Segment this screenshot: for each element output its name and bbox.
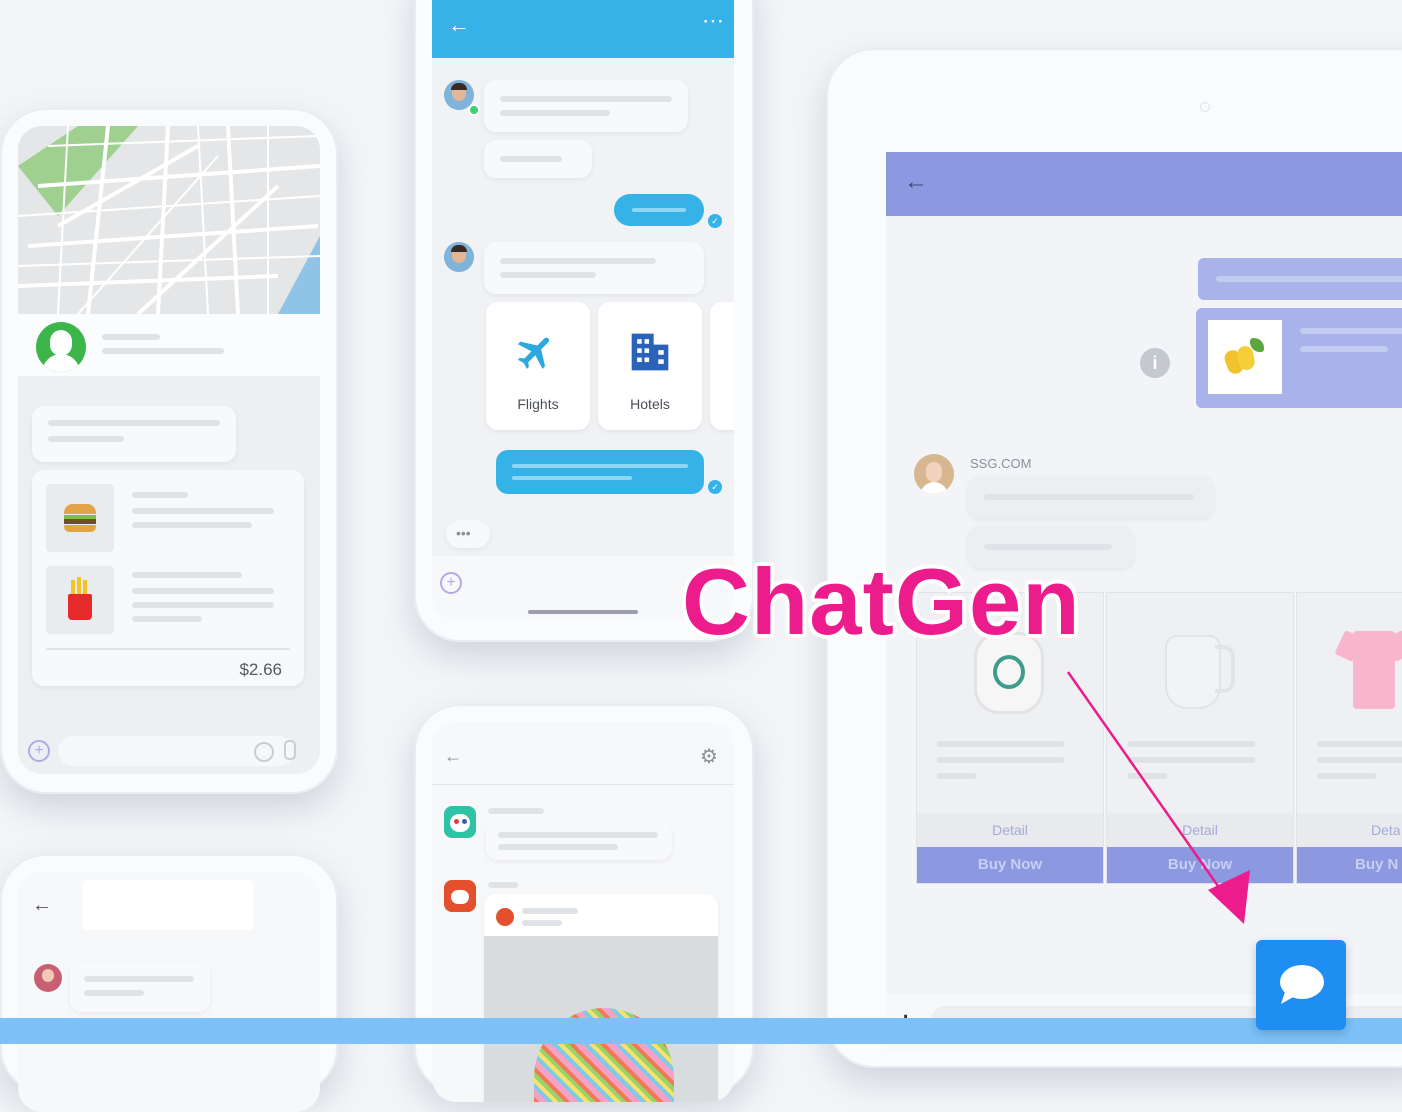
pointer-arrow bbox=[1066, 671, 1250, 924]
building-icon bbox=[631, 333, 669, 371]
pineapple-thumbnail bbox=[1208, 320, 1282, 394]
contact-avatar bbox=[34, 964, 62, 992]
flights-label: Flights bbox=[517, 396, 559, 412]
driver-card[interactable] bbox=[18, 314, 320, 376]
tablet-header: ← bbox=[886, 152, 1402, 216]
read-receipt-icon: ✓ bbox=[708, 480, 722, 494]
more-option-card[interactable] bbox=[710, 302, 734, 430]
product-message-card[interactable] bbox=[1196, 308, 1402, 408]
pineapple-icon bbox=[1220, 336, 1270, 380]
order-price: $2.66 bbox=[239, 660, 282, 679]
food-input-bar: + bbox=[18, 730, 320, 774]
phone-travel: ← ⋯ ✓ Flights Hotels ✓ ••• + bbox=[414, 0, 754, 642]
phone-food-order: $2.66 + bbox=[0, 108, 338, 794]
chat-bubble-icon bbox=[1280, 965, 1324, 1004]
post-card[interactable] bbox=[484, 894, 718, 1102]
burger-icon bbox=[64, 504, 96, 532]
phone-contacts: ← bbox=[0, 854, 338, 1112]
chatgen-logo-text: ChatGen bbox=[682, 549, 1081, 654]
contacts-header-field bbox=[82, 880, 254, 930]
fries-thumbnail bbox=[46, 566, 114, 634]
user-message-bubble bbox=[496, 450, 704, 494]
agent-message-bubble bbox=[484, 80, 688, 132]
product-card[interactable]: Deta Buy N bbox=[1296, 592, 1402, 884]
back-arrow-icon[interactable]: ← bbox=[904, 168, 928, 196]
divider bbox=[432, 784, 734, 785]
tshirt-image bbox=[1334, 621, 1402, 711]
plane-icon bbox=[517, 337, 550, 369]
emoji-icon[interactable] bbox=[254, 742, 274, 762]
phone-social-screen: ← ⚙ bbox=[432, 722, 734, 1102]
bot-app-icon bbox=[444, 806, 476, 838]
buy-now-button[interactable]: Buy N bbox=[1297, 847, 1402, 883]
sender-name: SSG.COM bbox=[970, 456, 1032, 471]
map-streets bbox=[18, 126, 320, 316]
read-receipt-icon: ✓ bbox=[708, 214, 722, 228]
info-icon[interactable]: i bbox=[1140, 348, 1170, 378]
message-bubble bbox=[32, 406, 236, 462]
map-view[interactable] bbox=[18, 126, 320, 316]
agent-message-bubble bbox=[484, 140, 592, 178]
home-indicator bbox=[528, 610, 638, 614]
settings-gear-icon[interactable]: ⚙ bbox=[700, 744, 718, 769]
back-arrow-icon[interactable]: ← bbox=[32, 894, 52, 917]
contact-bubble bbox=[70, 962, 210, 1012]
add-icon[interactable]: + bbox=[440, 572, 462, 594]
sender-message-bubble bbox=[968, 476, 1214, 518]
fries-icon bbox=[68, 577, 92, 620]
burger-thumbnail bbox=[46, 484, 114, 552]
tablet-camera bbox=[1200, 102, 1210, 112]
reddit-app-icon bbox=[444, 880, 476, 912]
mic-icon[interactable] bbox=[284, 740, 296, 760]
flights-option-card[interactable]: Flights bbox=[486, 302, 590, 430]
user-message-bubble bbox=[614, 194, 704, 226]
travel-header: ← ⋯ bbox=[432, 0, 734, 58]
phone-contacts-screen: ← bbox=[18, 872, 320, 1112]
agent-message-bubble bbox=[484, 242, 704, 294]
more-options-icon[interactable]: ⋯ bbox=[702, 8, 725, 34]
hotels-label: Hotels bbox=[630, 396, 670, 412]
phone-travel-screen: ← ⋯ ✓ Flights Hotels ✓ ••• + bbox=[432, 0, 734, 620]
add-icon[interactable]: + bbox=[28, 740, 50, 762]
bot-message-bubble bbox=[486, 822, 672, 860]
driver-avatar bbox=[36, 322, 86, 372]
order-divider bbox=[46, 648, 290, 650]
order-card[interactable]: $2.66 bbox=[32, 470, 304, 686]
agent-avatar bbox=[444, 242, 474, 272]
phone-food-screen: $2.66 + bbox=[18, 126, 320, 774]
hotels-option-card[interactable]: Hotels bbox=[598, 302, 702, 430]
back-arrow-icon[interactable]: ← bbox=[448, 12, 470, 38]
post-source-icon bbox=[496, 908, 514, 926]
user-message-bubble bbox=[1198, 258, 1402, 300]
bottom-bar bbox=[0, 1018, 1402, 1044]
detail-button[interactable]: Deta bbox=[1297, 813, 1402, 847]
typing-indicator: ••• bbox=[446, 520, 490, 548]
chat-launcher-button[interactable] bbox=[1256, 940, 1346, 1030]
sender-avatar bbox=[914, 454, 954, 494]
back-arrow-icon[interactable]: ← bbox=[444, 746, 462, 767]
